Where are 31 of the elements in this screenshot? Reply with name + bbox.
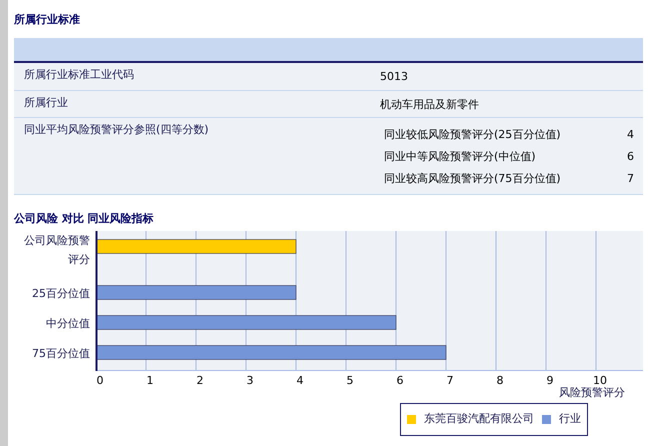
row-label: 所属行业标准工业代码 xyxy=(23,67,135,83)
tick-label: 6 xyxy=(396,374,404,387)
tick-label: 3 xyxy=(246,374,254,387)
legend-label: 行业 xyxy=(559,411,581,428)
tick-label: 4 xyxy=(296,374,304,387)
row-label: 同业较低风险预警评分(25百分位值) xyxy=(383,126,562,143)
section-title: 所属行业标准 xyxy=(14,12,81,28)
tick-label: 10 xyxy=(593,374,607,387)
row-value: 机动车用品及新零件 xyxy=(380,96,480,112)
row-label: 所属行业 xyxy=(23,94,69,110)
tick-label: 0 xyxy=(96,374,104,387)
tick-label: 9 xyxy=(546,374,554,387)
category-label: 75百分位值 xyxy=(31,346,90,362)
row-value: 7 xyxy=(627,170,635,187)
category-label: 中分位值 xyxy=(45,316,90,332)
category-label: 公司风险预警评分 xyxy=(23,233,90,268)
tick-label: 5 xyxy=(346,374,354,387)
category-label: 25百分位值 xyxy=(31,286,90,302)
row-label: 同业平均风险预警评分参照(四等分数) xyxy=(23,122,210,138)
row-label: 同业中等风险预警评分(中位值) xyxy=(383,148,537,165)
row-value: 5013 xyxy=(380,69,409,85)
axis-title: 风险预警评分 xyxy=(559,386,625,399)
row-value: 4 xyxy=(627,126,635,143)
tick-label: 1 xyxy=(146,374,154,387)
row-label: 同业较高风险预警评分(75百分位值) xyxy=(383,170,562,187)
tick-label: 2 xyxy=(196,374,204,387)
tick-label: 8 xyxy=(496,374,504,387)
tick-label: 7 xyxy=(446,374,454,387)
legend-label: 东莞百骏汽配有限公司 xyxy=(424,411,534,428)
section-title: 公司风险 对比 同业风险指标 xyxy=(14,211,155,227)
row-value: 6 xyxy=(627,148,635,165)
